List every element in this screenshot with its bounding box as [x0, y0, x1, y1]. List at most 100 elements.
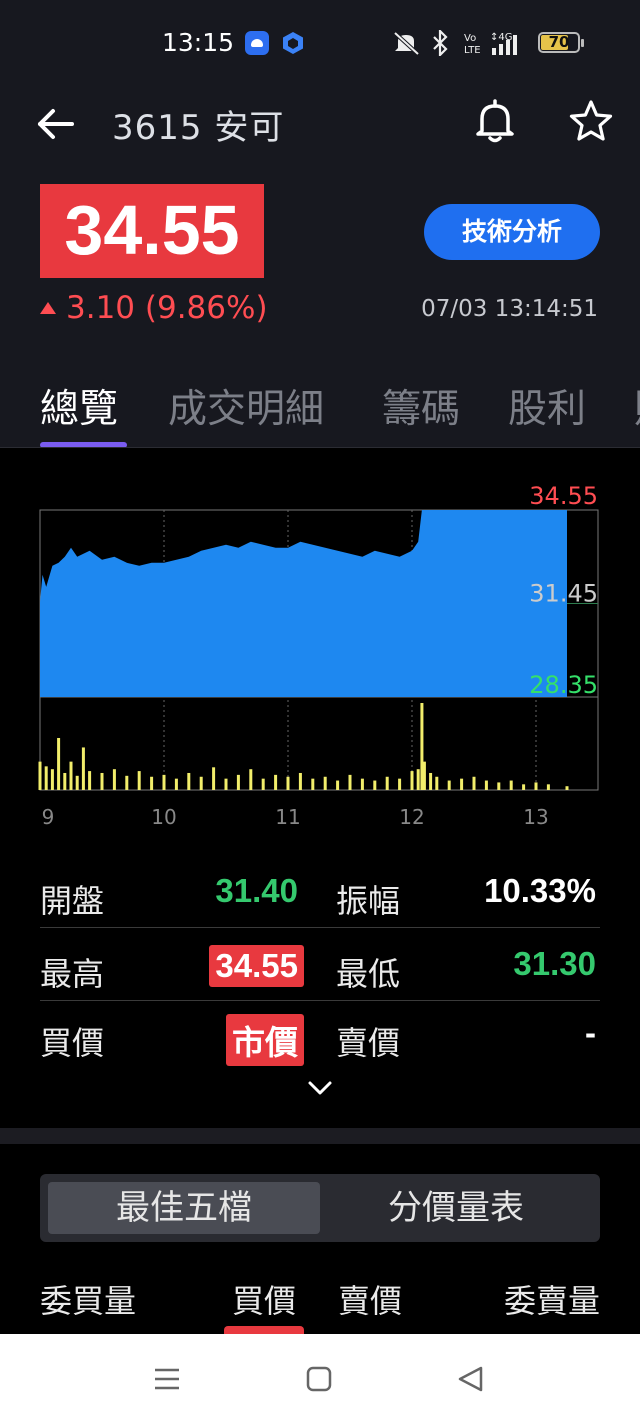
volume-bar [385, 776, 389, 790]
volume-bar [429, 772, 433, 790]
x-tick-label: 11 [275, 805, 300, 829]
tab-chips[interactable]: 籌碼 [382, 378, 460, 434]
y-label-low: 28.35 [529, 671, 598, 699]
stock-header: 3615 安可 34.55 技術分析 3.10 (9.86%) 07/03 13… [0, 86, 640, 448]
volume-bar [224, 778, 228, 790]
volume-bar [360, 778, 364, 790]
orderbook-segmented-control: 最佳五檔 分價量表 [40, 1174, 600, 1242]
volume-bar [174, 778, 178, 790]
android-app-icon [245, 31, 269, 55]
price-area [40, 510, 567, 697]
battery-indicator: 70 [538, 32, 584, 53]
tab-trade-details[interactable]: 成交明細 [168, 378, 324, 434]
volume-bar [137, 771, 141, 790]
volume-bar [373, 780, 377, 790]
volume-bar [336, 780, 340, 790]
x-tick-label: 12 [399, 805, 424, 829]
high-value: 34.55 [209, 945, 304, 987]
volte-icon: Vo LTE [464, 33, 481, 56]
bell-icon[interactable] [472, 98, 518, 144]
price-change-text: 3.10 (9.86%) [66, 290, 268, 326]
seg-price-volume[interactable]: 分價量表 [320, 1182, 592, 1234]
open-value: 31.40 [215, 872, 298, 909]
tab-overview[interactable]: 總覽 [40, 378, 118, 434]
x-tick-label: 9 [42, 805, 55, 829]
ask-qty-header: 委賣量 [503, 1282, 600, 1320]
volume-bar [274, 774, 278, 790]
volume-bar [298, 772, 302, 790]
volume-bar [261, 778, 265, 790]
seg-best-five[interactable]: 最佳五檔 [48, 1182, 320, 1234]
volume-bar [348, 774, 352, 790]
ask-value: - [585, 1014, 596, 1051]
volume-bar [398, 778, 402, 790]
low-value: 31.30 [513, 945, 596, 982]
volume-bar [311, 778, 315, 790]
amplitude-label: 振幅 [336, 882, 401, 920]
volume-bar [88, 771, 92, 790]
bid-value: 市價 [226, 1014, 304, 1066]
volume-bar [286, 776, 290, 790]
chevron-down-icon[interactable] [306, 1078, 334, 1098]
star-icon[interactable] [568, 98, 614, 144]
svg-text:LTE: LTE [464, 45, 481, 56]
bluetooth-icon [433, 30, 448, 56]
volume-bar [38, 761, 42, 790]
volume-bar [199, 776, 203, 790]
open-label: 開盤 [40, 882, 105, 920]
volume-bar [187, 772, 191, 790]
stats-row-bid: 買價 市價 賣價 - [40, 1002, 600, 1070]
battery-text: 70 [548, 33, 570, 51]
technical-analysis-button[interactable]: 技術分析 [424, 204, 600, 260]
up-triangle-icon [40, 302, 56, 314]
volume-bar [447, 780, 451, 790]
volume-bar [422, 761, 426, 790]
menu-icon[interactable] [150, 1362, 184, 1396]
volume-bar [509, 780, 513, 790]
volume-bar [323, 776, 327, 790]
volume-bar [416, 769, 420, 790]
volume-bar [125, 775, 129, 790]
4g-signal-icon: ↕4G [490, 32, 517, 55]
hexagon-app-icon [283, 32, 303, 54]
stats-row-high: 最高 34.55 最低 31.30 [40, 933, 600, 1001]
y-label-high: 34.55 [529, 482, 598, 510]
bid-label: 買價 [40, 1024, 105, 1062]
status-time: 13:15 [162, 28, 235, 57]
volume-bar [212, 767, 216, 790]
volume-bar [44, 766, 48, 790]
status-bar: 13:15 Vo LTE ↕4G 70 [0, 0, 640, 86]
system-nav-bar [0, 1334, 640, 1422]
volume-bar [460, 778, 464, 790]
back-triangle-icon[interactable] [454, 1362, 488, 1396]
volume-bar [69, 761, 73, 790]
volume-bar [81, 747, 85, 790]
volume-bar [75, 775, 79, 790]
volume-bar [410, 771, 414, 790]
ask-label: 賣價 [336, 1024, 401, 1062]
volume-bar [112, 769, 116, 790]
bid-price-header: 買價 [232, 1282, 297, 1320]
bid-price-cell-peek [224, 1326, 304, 1334]
volume-bar [484, 780, 488, 790]
tab-financials[interactable]: 財 [634, 378, 640, 434]
page-title: 3615 安可 [112, 108, 285, 148]
volume-bar [57, 737, 61, 790]
tab-dividends[interactable]: 股利 [508, 378, 586, 434]
svg-text:Vo: Vo [464, 33, 476, 44]
home-square-icon[interactable] [302, 1362, 336, 1396]
volume-bar [497, 782, 501, 790]
volume-bar [534, 782, 538, 790]
intraday-chart[interactable]: 34.55 31.45 28.35 9 10 11 12 13 [0, 470, 640, 840]
ask-price-header: 賣價 [338, 1282, 403, 1320]
back-arrow-icon[interactable] [36, 106, 76, 142]
low-label: 最低 [336, 955, 401, 993]
price-change: 3.10 (9.86%) [40, 290, 268, 326]
volume-bar [150, 776, 154, 790]
volume-bar [565, 786, 569, 790]
mute-icon [393, 31, 420, 56]
current-price: 34.55 [64, 191, 240, 269]
quote-timestamp: 07/03 13:14:51 [421, 296, 598, 322]
active-tab-indicator [40, 442, 127, 447]
section-divider [0, 1128, 640, 1144]
